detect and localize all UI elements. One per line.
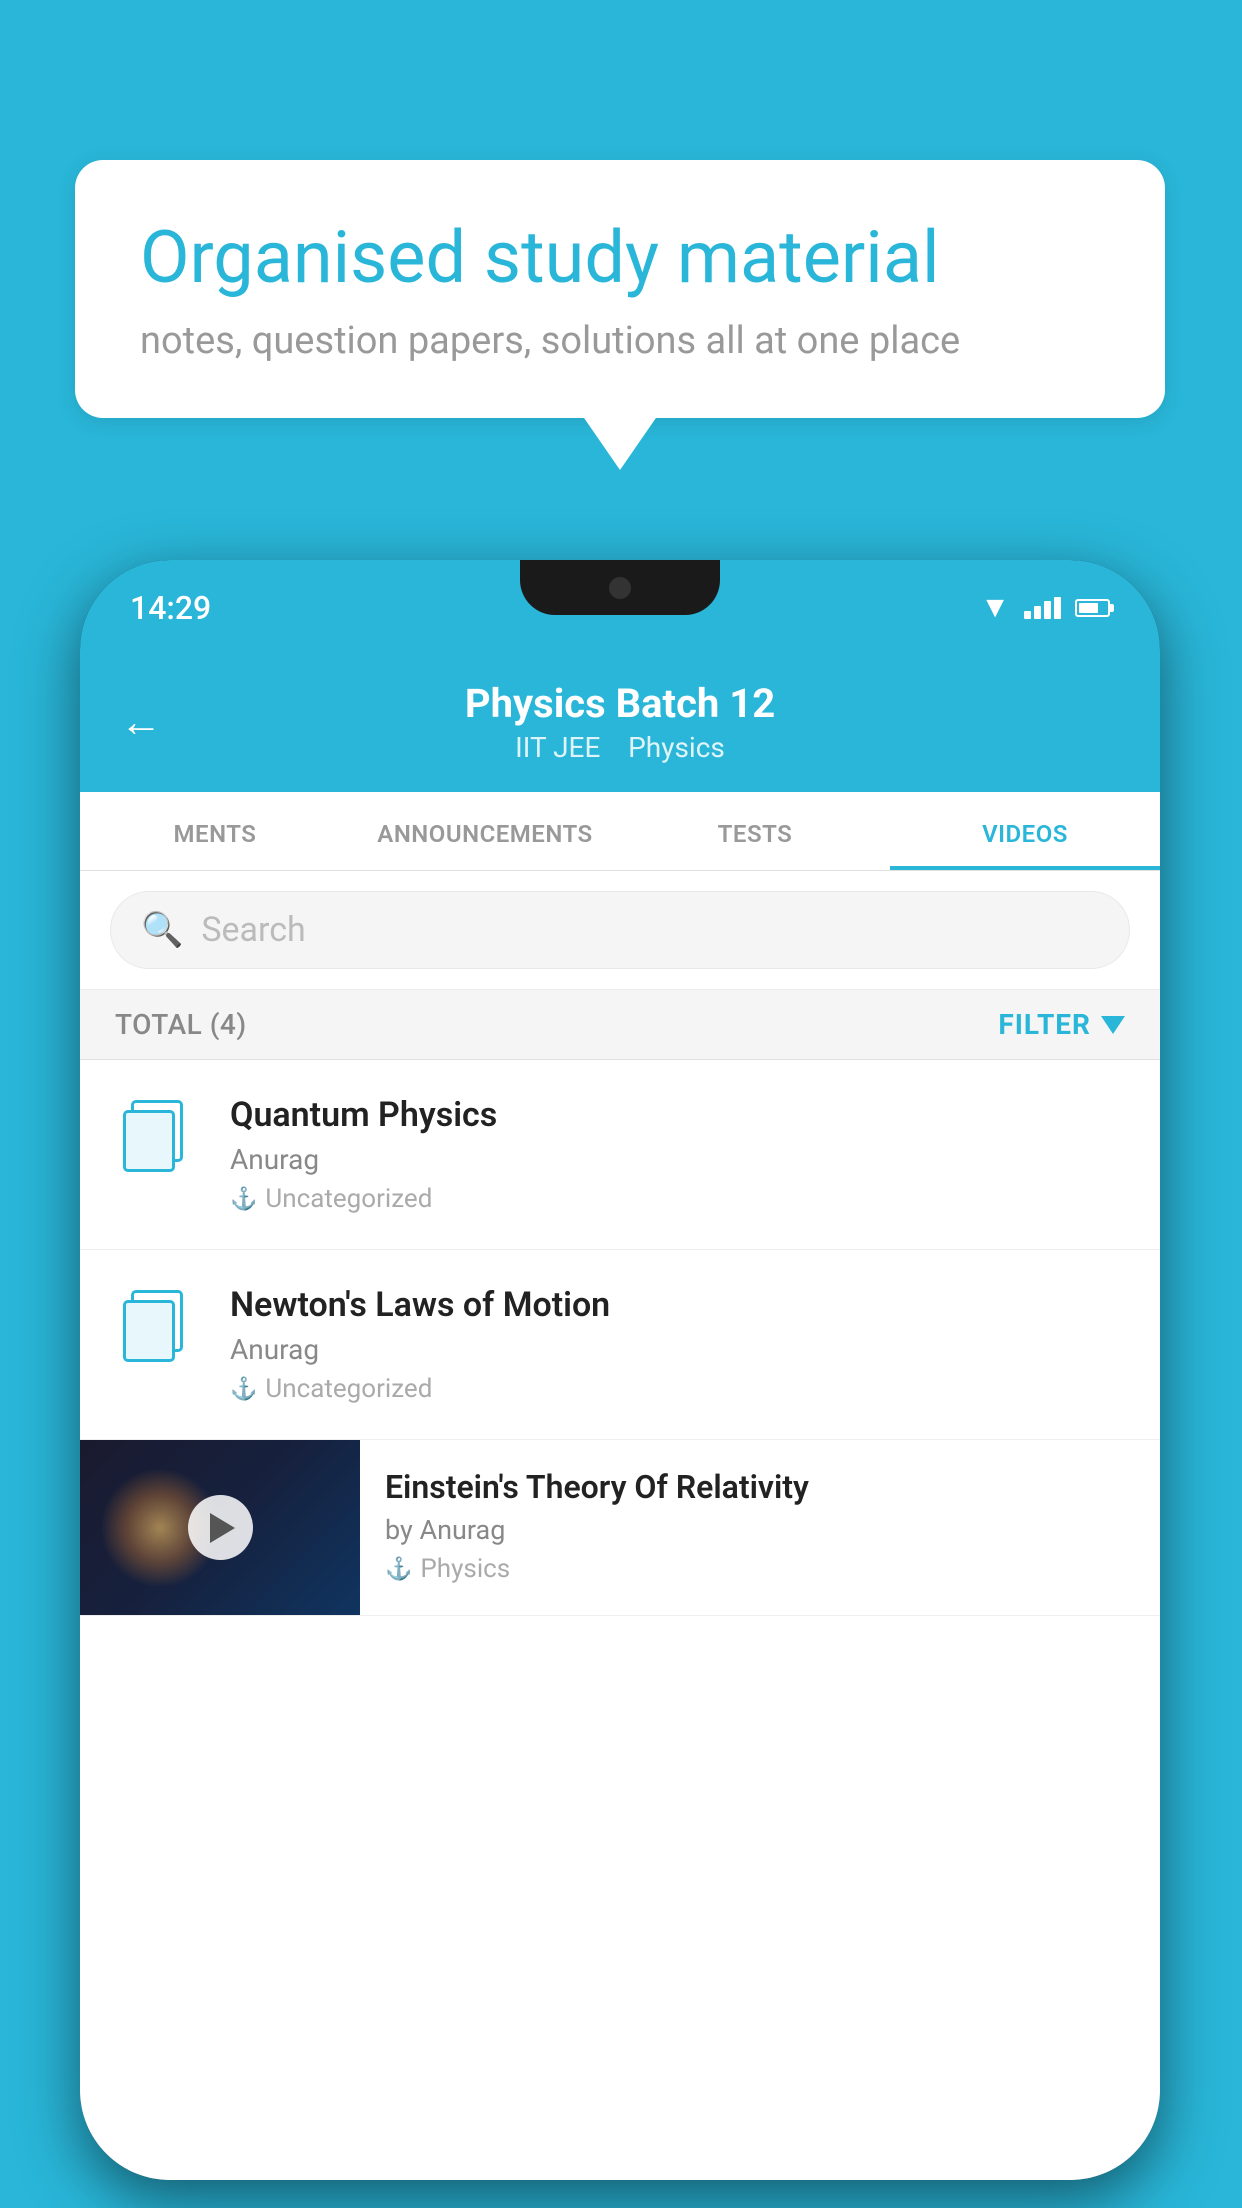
phone-frame: 14:29 ▼ ← Physics Batch 12 bbox=[80, 560, 1160, 2180]
thumb-details: Einstein's Theory Of Relativity by Anura… bbox=[360, 1440, 1160, 1609]
tabs-bar: MENTS ANNOUNCEMENTS TESTS VIDEOS bbox=[80, 792, 1160, 871]
battery-icon bbox=[1075, 599, 1110, 617]
file-icon bbox=[123, 1290, 188, 1365]
header-subtitle-part1: IIT JEE bbox=[515, 731, 600, 764]
header-subtitle-part2: Physics bbox=[628, 731, 725, 764]
video-author: by Anurag bbox=[385, 1514, 1135, 1546]
search-icon: 🔍 bbox=[141, 910, 183, 950]
camera bbox=[609, 577, 631, 599]
item-details: Quantum Physics Anurag ⚓ Uncategorized bbox=[230, 1095, 1125, 1214]
file-doc-front bbox=[123, 1110, 175, 1172]
list-item-thumb[interactable]: Einstein's Theory Of Relativity by Anura… bbox=[80, 1440, 1160, 1616]
item-tag: ⚓ Uncategorized bbox=[230, 1184, 1125, 1214]
filter-label: FILTER bbox=[998, 1008, 1091, 1041]
tab-announcements[interactable]: ANNOUNCEMENTS bbox=[350, 792, 620, 870]
play-button[interactable] bbox=[188, 1495, 253, 1560]
search-bar[interactable]: 🔍 Search bbox=[110, 891, 1130, 969]
notch bbox=[520, 560, 720, 615]
total-label: TOTAL (4) bbox=[115, 1008, 247, 1041]
filter-button[interactable]: FILTER bbox=[998, 1008, 1125, 1041]
header-subtitle: IIT JEE Physics bbox=[192, 731, 1048, 764]
status-bar: 14:29 ▼ bbox=[80, 560, 1160, 655]
file-icon bbox=[123, 1100, 188, 1175]
content-list: Quantum Physics Anurag ⚓ Uncategorized bbox=[80, 1060, 1160, 2180]
item-tag: ⚓ Uncategorized bbox=[230, 1374, 1125, 1404]
item-title: Quantum Physics bbox=[230, 1095, 1125, 1135]
bubble-title: Organised study material bbox=[140, 215, 1100, 301]
item-details: Newton's Laws of Motion Anurag ⚓ Uncateg… bbox=[230, 1285, 1125, 1404]
search-placeholder: Search bbox=[201, 910, 305, 950]
status-time: 14:29 bbox=[130, 589, 211, 627]
tag-label: Uncategorized bbox=[265, 1184, 432, 1214]
tag-label: Physics bbox=[420, 1554, 510, 1584]
tag-label: Uncategorized bbox=[265, 1374, 432, 1404]
file-doc-front bbox=[123, 1300, 175, 1362]
app-header: ← Physics Batch 12 IIT JEE Physics bbox=[80, 655, 1160, 792]
tag-icon: ⚓ bbox=[385, 1557, 412, 1582]
back-button[interactable]: ← bbox=[120, 698, 162, 747]
filter-row: TOTAL (4) FILTER bbox=[80, 990, 1160, 1060]
tab-ments[interactable]: MENTS bbox=[80, 792, 350, 870]
item-author: Anurag bbox=[230, 1143, 1125, 1176]
video-thumbnail bbox=[80, 1440, 360, 1615]
tab-tests[interactable]: TESTS bbox=[620, 792, 890, 870]
play-icon bbox=[210, 1513, 235, 1543]
item-title: Newton's Laws of Motion bbox=[230, 1285, 1125, 1325]
signal-icon bbox=[1024, 597, 1061, 619]
tag-icon: ⚓ bbox=[230, 1377, 257, 1402]
search-container: 🔍 Search bbox=[80, 871, 1160, 990]
item-author: Anurag bbox=[230, 1333, 1125, 1366]
item-icon bbox=[110, 1290, 200, 1365]
video-title: Einstein's Theory Of Relativity bbox=[385, 1468, 1135, 1506]
status-icons: ▼ bbox=[980, 590, 1110, 625]
filter-icon bbox=[1101, 1016, 1125, 1034]
list-item[interactable]: Quantum Physics Anurag ⚓ Uncategorized bbox=[80, 1060, 1160, 1250]
video-tag: ⚓ Physics bbox=[385, 1554, 1135, 1584]
header-title: Physics Batch 12 bbox=[192, 680, 1048, 727]
list-item[interactable]: Newton's Laws of Motion Anurag ⚓ Uncateg… bbox=[80, 1250, 1160, 1440]
header-text: Physics Batch 12 IIT JEE Physics bbox=[192, 680, 1048, 764]
tab-videos[interactable]: VIDEOS bbox=[890, 792, 1160, 870]
speech-bubble: Organised study material notes, question… bbox=[75, 160, 1165, 418]
phone-content: ← Physics Batch 12 IIT JEE Physics MENTS… bbox=[80, 655, 1160, 2180]
wifi-icon: ▼ bbox=[980, 590, 1010, 625]
bubble-subtitle: notes, question papers, solutions all at… bbox=[140, 319, 1100, 363]
item-icon bbox=[110, 1100, 200, 1175]
tag-icon: ⚓ bbox=[230, 1187, 257, 1212]
